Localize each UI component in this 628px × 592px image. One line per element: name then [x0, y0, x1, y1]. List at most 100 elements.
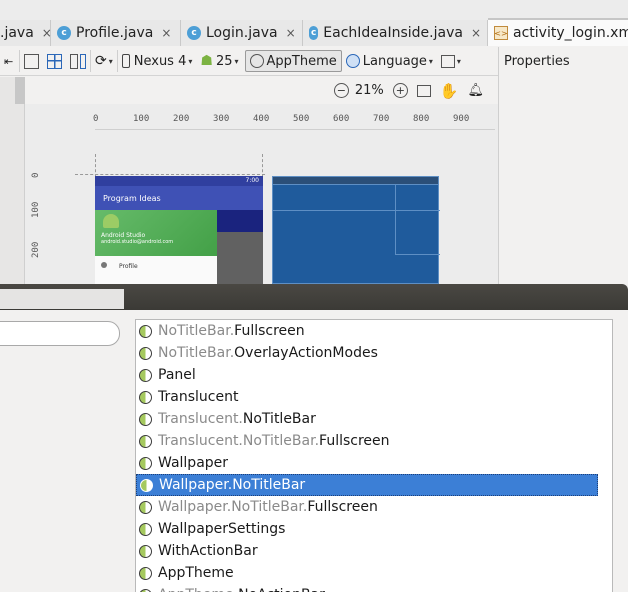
theme-icon [139, 346, 152, 360]
zoom-level: 21% [354, 83, 384, 98]
theme-prefix: AppTheme. [158, 587, 238, 592]
theme-list[interactable]: NoTitleBar. Fullscreen NoTitleBar. OverlayA… [135, 319, 613, 592]
ruler-tick-label: 500 [293, 114, 310, 124]
tab-eachideainside-java[interactable]: c EachIdeaInside.java × [303, 20, 488, 46]
blueprint-view-icon[interactable] [43, 50, 66, 72]
ruler-tick-label: 0 [93, 114, 99, 124]
theme-prefix: Translucent. [158, 411, 243, 427]
vertical-ruler: 0 100 200 [29, 134, 47, 284]
hand-icon: ✋ [439, 81, 459, 100]
layout-variants-button[interactable]: ▾ [437, 50, 465, 72]
tab-label: activity_login.xm [513, 25, 628, 41]
ruler-tick-label: 300 [213, 114, 230, 124]
theme-list-item[interactable]: WallpaperSettings [136, 518, 612, 540]
class-icon: c [187, 26, 201, 40]
zoom-out-button[interactable]: − [333, 83, 349, 98]
theme-prefix: NoTitleBar. [158, 323, 235, 339]
theme-name: Fullscreen [307, 499, 378, 515]
chevron-down-icon: ▾ [188, 56, 193, 66]
layout-editor-toolbar: ⇤ ⟳ ▾ Nexus 4 ▾ ☗ 25 ▾ AppTheme Language ▾ ▾ [0, 47, 498, 76]
guide-line [75, 174, 265, 175]
tab-activity-login-xml[interactable]: <> activity_login.xm [488, 18, 628, 46]
class-icon: c [57, 26, 71, 40]
tab-label: Profile.java [76, 25, 154, 41]
theme-list-item[interactable]: NoTitleBar. OverlayActionModes [136, 342, 612, 364]
palette-gutter [0, 77, 25, 284]
tab-java[interactable]: .java × [0, 20, 52, 46]
editor-tab-bar: .java × c Profile.java × c Login.java × … [0, 0, 628, 46]
gutter-scroll-marker[interactable] [15, 77, 25, 104]
horizontal-ruler: 0 100 200 300 400 500 600 700 800 900 [93, 112, 495, 130]
blueprint-preview[interactable] [272, 176, 440, 284]
theme-name: NoActionBar [238, 587, 325, 592]
theme-name: WallpaperSettings [158, 521, 286, 537]
theme-search-input[interactable] [0, 321, 120, 346]
drawer-menu-item: Profile [101, 262, 138, 270]
tab-profile-java[interactable]: c Profile.java × [51, 20, 181, 46]
close-icon[interactable]: × [161, 26, 171, 40]
chevron-down-icon: ▾ [234, 56, 239, 66]
theme-category-pane[interactable] [0, 289, 124, 309]
design-preview[interactable]: 7:00 Program Ideas Android Studio androi… [95, 176, 263, 284]
theme-label: AppTheme [266, 53, 337, 69]
layout-variants-icon [440, 54, 455, 68]
theme-icon [140, 478, 153, 492]
tab-login-java[interactable]: c Login.java × [181, 20, 303, 46]
theme-name: Wallpaper [158, 455, 229, 471]
theme-list-item[interactable]: Panel [136, 364, 612, 386]
theme-name: Panel [158, 367, 196, 383]
zoom-in-button[interactable]: + [392, 83, 408, 98]
orientation-button[interactable]: ⟳ ▾ [91, 50, 118, 72]
theme-list-item[interactable]: Translucent.NoTitleBar. Fullscreen [136, 430, 612, 452]
theme-icon [139, 544, 152, 558]
palette-toggle-icon[interactable]: ⇤ [0, 50, 20, 72]
theme-list-item[interactable]: AppTheme [136, 562, 612, 584]
ruler-tick-label: 800 [413, 114, 430, 124]
person-icon [101, 262, 107, 268]
theme-list-item[interactable]: AppTheme.NoActionBar [136, 584, 612, 592]
android-avatar-icon [103, 214, 119, 228]
device-selector[interactable]: Nexus 4 ▾ [118, 50, 197, 72]
ruler-tick-label: 700 [373, 114, 390, 124]
split-view-icon[interactable] [66, 50, 91, 72]
theme-list-item[interactable]: NoTitleBar. Fullscreen [136, 320, 612, 342]
theme-list-item[interactable]: Wallpaper.NoTitleBar. Fullscreen [136, 496, 612, 518]
properties-title: Properties [504, 54, 570, 69]
theme-name: NoTitleBar [232, 477, 306, 493]
phone-icon [121, 54, 130, 68]
chevron-down-icon: ▾ [108, 56, 113, 66]
pan-button[interactable]: ✋ [440, 82, 459, 100]
theme-list-item[interactable]: Wallpaper [136, 452, 612, 474]
language-selector[interactable]: Language ▾ [342, 50, 437, 72]
theme-prefix: Translucent.NoTitleBar. [158, 433, 320, 449]
theme-list-item[interactable]: Translucent [136, 386, 612, 408]
theme-icon [139, 500, 152, 514]
zoom-in-icon: + [392, 83, 408, 98]
android-icon: ☗ [200, 53, 213, 69]
api-level-selector[interactable]: ☗ 25 ▾ [196, 50, 242, 72]
theme-name: Fullscreen [319, 433, 390, 449]
theme-list-item[interactable]: Translucent. NoTitleBar [136, 408, 612, 430]
content-area [217, 210, 263, 284]
ruler-tick-label: 900 [453, 114, 470, 124]
theme-name: NoTitleBar [242, 411, 316, 427]
design-view-icon[interactable] [20, 50, 43, 72]
ruler-tick-label: 0 [31, 172, 41, 178]
fit-icon [416, 84, 431, 97]
api-label: 25 [215, 53, 233, 69]
theme-icon [139, 412, 152, 426]
theme-list-item[interactable]: WithActionBar [136, 540, 612, 562]
zoom-to-fit-button[interactable] [416, 84, 431, 97]
notifications-button[interactable]: 🔔︎ [467, 83, 484, 98]
ruler-tick-label: 200 [31, 241, 41, 258]
design-canvas[interactable]: 0 100 200 300 400 500 600 700 800 900 0 100 200 7:0… [25, 104, 498, 284]
theme-selector-button[interactable]: AppTheme [244, 50, 342, 72]
close-icon[interactable]: × [471, 26, 481, 40]
chevron-down-icon: ▾ [456, 56, 461, 66]
theme-name: Translucent [158, 389, 239, 405]
theme-icon [139, 456, 152, 470]
close-icon[interactable]: × [286, 26, 296, 40]
theme-icon [139, 390, 152, 404]
ruler-tick-label: 200 [173, 114, 190, 124]
theme-list-item[interactable]: Wallpaper. NoTitleBar [136, 474, 598, 496]
